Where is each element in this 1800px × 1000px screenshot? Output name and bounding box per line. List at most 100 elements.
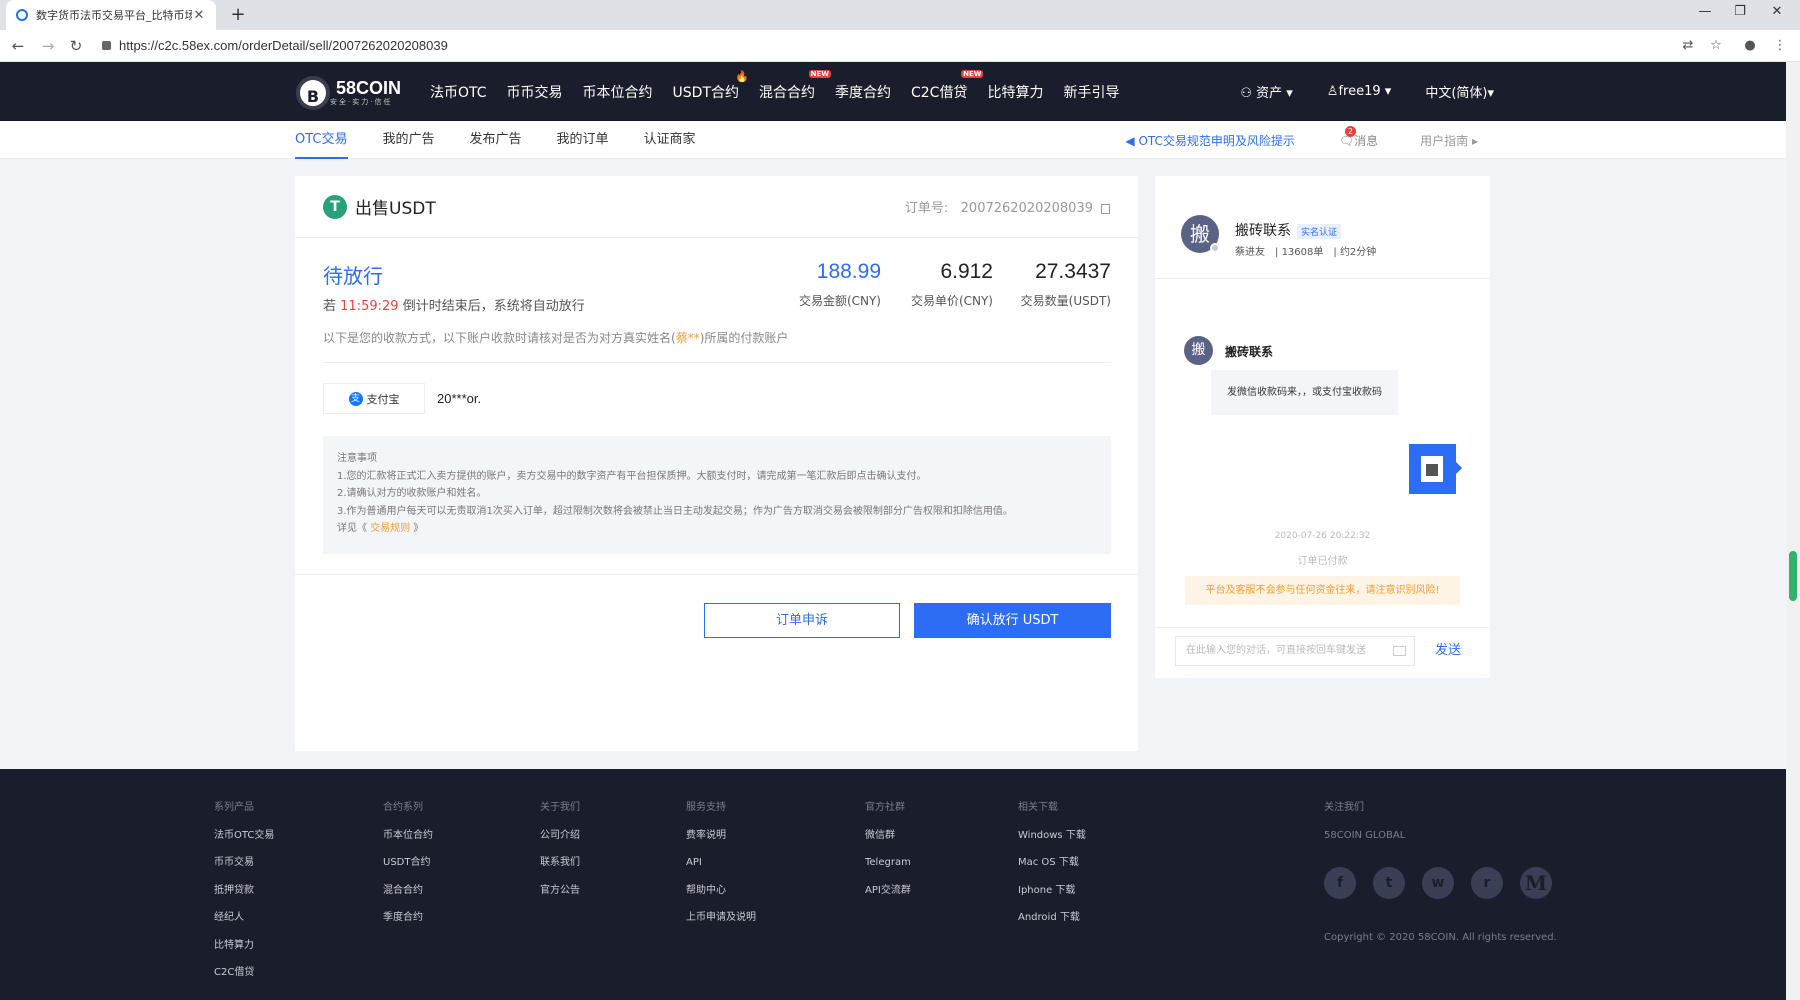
brand-tagline: 安全·实力·信任 [330, 98, 393, 106]
footer-link[interactable]: 抵押贷款 [214, 877, 274, 905]
merchant-stats: 蔡进友 | 13608单 | 约2分钟 [1235, 247, 1377, 258]
menu-dots-icon[interactable]: ⋮ [1771, 37, 1789, 55]
nav-item-spot[interactable]: 币币交易 [507, 82, 563, 102]
message-count-badge: 2 [1344, 125, 1356, 137]
assets-menu[interactable]: ⚇ 资产 ▾ [1240, 82, 1292, 101]
footer-link[interactable]: 法币OTC交易 [214, 822, 274, 850]
bookmark-star-icon[interactable]: ☆ [1707, 37, 1725, 55]
footer-col-community: 官方社群 微信群 Telegram API交流群 [865, 794, 911, 904]
copyright: Copyright © 2020 58COIN. All rights rese… [1324, 932, 1557, 943]
tab-my-ads[interactable]: 我的广告 [383, 121, 435, 159]
footer-link[interactable]: 帮助中心 [686, 877, 756, 905]
medium-icon[interactable]: M [1520, 867, 1552, 899]
nav-item-coin-futures[interactable]: 币本位合约 [583, 82, 653, 102]
tab-close-icon[interactable]: ✕ [192, 8, 206, 23]
footer-link[interactable]: Mac OS 下载 [1018, 849, 1086, 877]
alipay-icon: 支 [348, 391, 363, 406]
speaker-icon: ◀ [1125, 133, 1139, 148]
footer-link[interactable]: 混合合约 [383, 877, 433, 905]
footer-link[interactable]: API交流群 [865, 877, 911, 905]
payment-account: 20***or. [437, 391, 482, 406]
footer-link[interactable]: Iphone 下载 [1018, 877, 1086, 905]
chat-messages: 搬 搬砖联系 发微信收款码来，，或支付宝收款码 2020-07-26 20:22… [1155, 280, 1490, 627]
nav-item-beginner-guide[interactable]: 新手引导 [1063, 82, 1119, 102]
tether-logo-icon: T [323, 194, 347, 219]
translate-icon[interactable]: ⇄ [1679, 37, 1697, 55]
footer-link[interactable]: Telegram [865, 849, 911, 877]
tab-post-ad[interactable]: 发布广告 [470, 121, 522, 159]
nav-item-mixed-futures[interactable]: 混合合约 NEW [759, 69, 831, 102]
footer-link[interactable]: 季度合约 [383, 904, 433, 932]
order-number: 订单号: 2007262020208039 [905, 197, 1110, 216]
copy-icon[interactable] [1101, 203, 1110, 214]
back-icon[interactable]: ← [8, 36, 28, 56]
send-button[interactable]: 发送 [1435, 636, 1461, 666]
page-scrollbar[interactable] [1786, 62, 1800, 1000]
nav-item-quarterly-futures[interactable]: 季度合约 [835, 82, 891, 102]
scrollbar-thumb[interactable] [1789, 551, 1797, 601]
window-close-icon[interactable]: ✕ [1762, 4, 1792, 19]
profile-icon[interactable]: ● [1741, 37, 1759, 55]
appeal-button[interactable]: 订单申诉 [704, 603, 900, 638]
footer-link[interactable]: Windows 下载 [1018, 822, 1086, 850]
language-menu[interactable]: 中文(简体)▾ [1425, 82, 1494, 101]
footer-col-products: 系列产品 法币OTC交易 币币交易 抵押贷款 经纪人 比特算力 C2C借贷 [214, 794, 274, 987]
bitcoin-logo-icon: B [296, 76, 330, 110]
footer-col-downloads: 相关下载 Windows 下载 Mac OS 下载 Iphone 下载 Andr… [1018, 794, 1086, 932]
twitter-icon[interactable]: t [1373, 867, 1405, 899]
image-upload-icon[interactable] [1393, 646, 1406, 656]
footer-link[interactable]: 经纪人 [214, 904, 274, 932]
footer-link[interactable]: 微信群 [865, 822, 911, 850]
footer-col-support: 服务支持 费率说明 API 帮助中心 上币申请及说明 [686, 794, 756, 932]
qr-code-image[interactable] [1409, 444, 1462, 494]
reload-icon[interactable]: ↻ [66, 36, 86, 56]
user-guide-link[interactable]: 用户指南 ▸ [1420, 132, 1478, 149]
countdown-timer: 11:59:29 [340, 299, 399, 314]
site-logo[interactable]: B 58COIN 安全·实力·信任 [296, 76, 401, 110]
reddit-icon[interactable]: r [1471, 867, 1503, 899]
maximize-icon[interactable]: ❐ [1725, 4, 1755, 19]
nav-item-c2c-loan[interactable]: C2C借贷 NEW [911, 69, 984, 102]
browser-tab[interactable]: 数字货币法币交易平台_比特币场 ✕ [6, 0, 216, 30]
new-badge: NEW [808, 69, 831, 78]
notes-box: 注意事项 1.您的汇款将正式汇入卖方提供的账户，卖方交易中的数字资产有平台担保质… [323, 436, 1111, 554]
footer-link[interactable]: 联系我们 [540, 849, 580, 877]
footer-link[interactable]: API [686, 849, 756, 877]
trade-price: 6.912 交易单价(CNY) [910, 260, 993, 308]
footer-link[interactable]: 币币交易 [214, 849, 274, 877]
footer-col-contracts: 合约系列 币本位合约 USDT合约 混合合约 季度合约 [383, 794, 433, 932]
nav-item-usdt-futures[interactable]: USDT合约 🔥 [673, 70, 749, 102]
weibo-icon[interactable]: w [1422, 867, 1454, 899]
footer-link[interactable]: 官方公告 [540, 877, 580, 905]
online-status-icon [1210, 243, 1220, 253]
footer-link[interactable]: 费率说明 [686, 822, 756, 850]
footer-link[interactable]: USDT合约 [383, 849, 433, 877]
nav-item-fiat-otc[interactable]: 法币OTC [430, 82, 487, 102]
footer-link[interactable]: 公司介绍 [540, 822, 580, 850]
minimize-icon[interactable]: — [1690, 4, 1720, 19]
confirm-release-button[interactable]: 确认放行 USDT [914, 603, 1111, 638]
risk-warning: 平台及客服不会参与任何资金往来，请注意识别风险! [1185, 576, 1460, 605]
tab-otc-trade[interactable]: OTC交易 [295, 121, 348, 159]
facebook-icon[interactable]: f [1324, 867, 1356, 899]
footer-link[interactable]: 比特算力 [214, 932, 274, 960]
chat-input[interactable]: 在此输入您的对话，可直接按回车键发送 [1175, 636, 1415, 666]
footer-link[interactable]: C2C借贷 [214, 959, 274, 987]
trade-rules-link[interactable]: 交易规则 [370, 523, 410, 534]
order-title: 出售USDT [355, 199, 436, 219]
tab-title: 数字货币法币交易平台_比特币场 [36, 9, 192, 22]
messages-link[interactable]: 🗨 2 消息 [1339, 125, 1378, 149]
footer-link[interactable]: 币本位合约 [383, 822, 433, 850]
site-footer: 系列产品 法币OTC交易 币币交易 抵押贷款 经纪人 比特算力 C2C借贷 合约… [0, 769, 1786, 1000]
tab-my-orders[interactable]: 我的订单 [557, 121, 609, 159]
site-favicon-icon [16, 9, 28, 21]
url-field[interactable]: https://c2c.58ex.com/orderDetail/sell/20… [102, 35, 1662, 57]
risk-notice-link[interactable]: ◀ OTC交易规范申明及风险提示 [1125, 132, 1295, 149]
footer-link[interactable]: 上币申请及说明 [686, 904, 756, 932]
footer-link[interactable]: Android 下载 [1018, 904, 1086, 932]
forward-icon[interactable]: → [38, 36, 58, 56]
user-menu[interactable]: ♙free19 ▾ [1327, 84, 1392, 99]
nav-item-hashpower[interactable]: 比特算力 [987, 82, 1043, 102]
tab-certified-merchant[interactable]: 认证商家 [644, 121, 696, 159]
new-tab-icon[interactable]: + [228, 5, 248, 25]
